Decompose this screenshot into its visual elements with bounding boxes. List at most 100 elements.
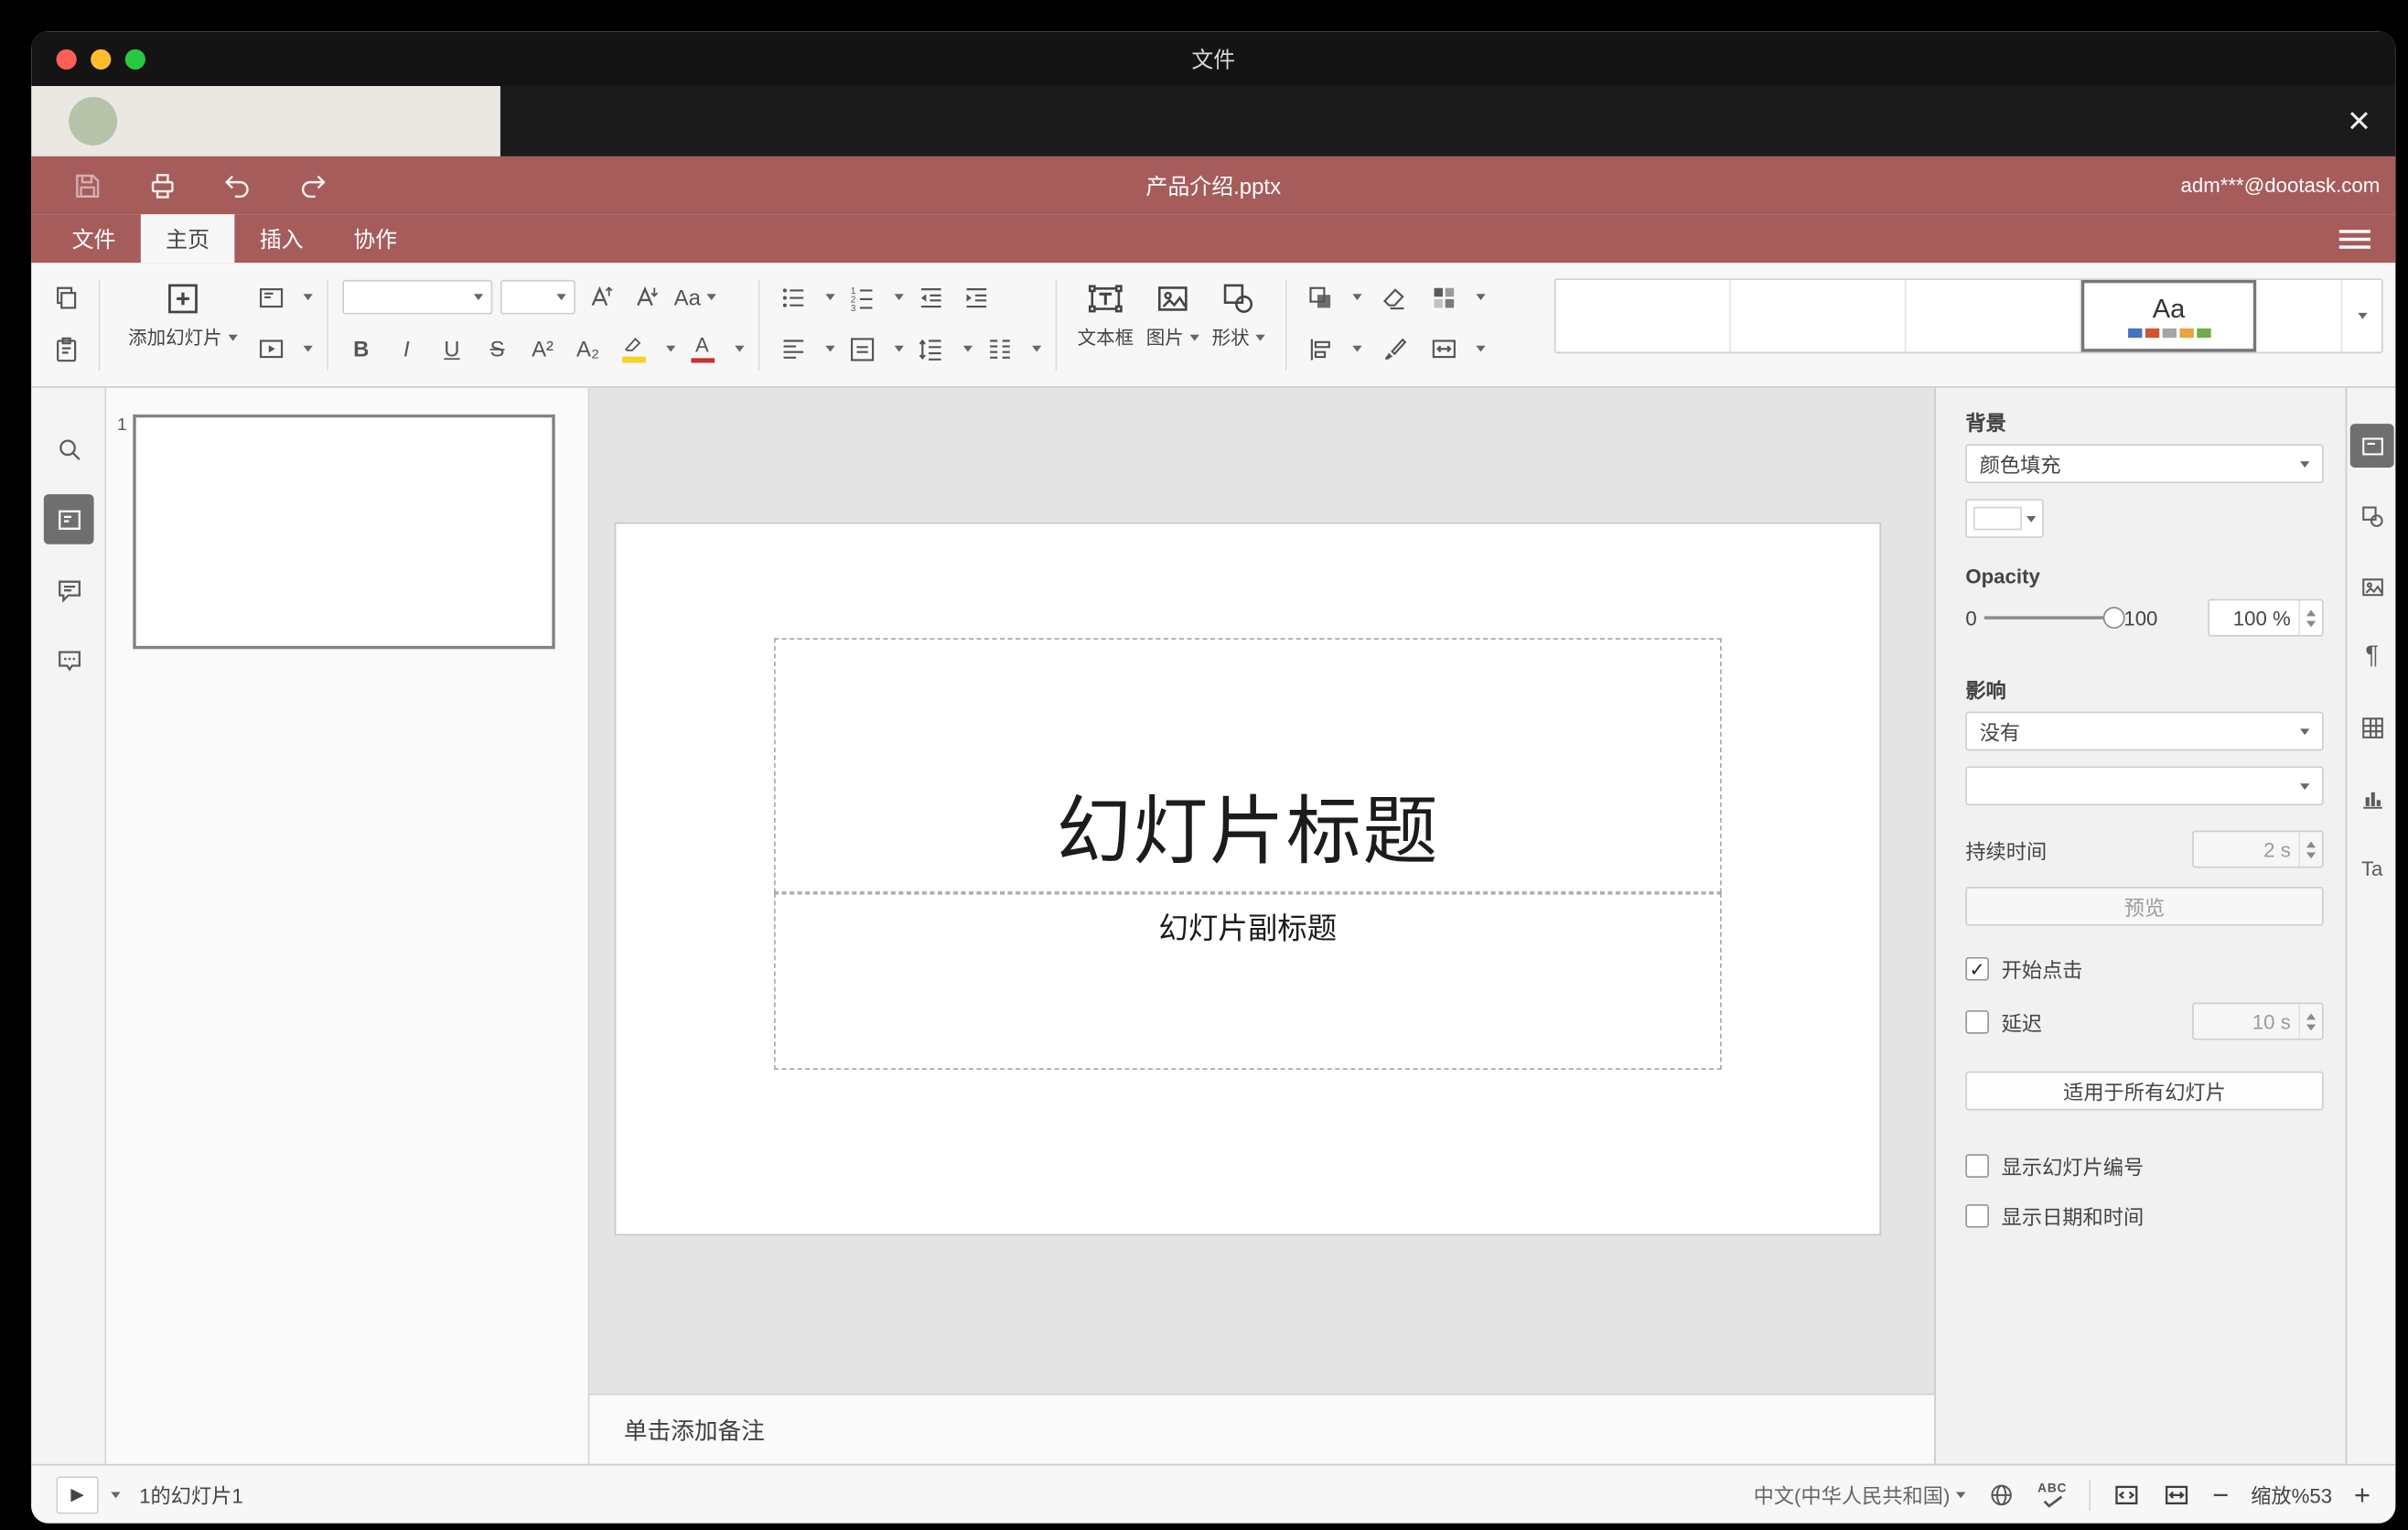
font-color-button[interactable]: A: [683, 330, 721, 368]
zoom-out-button[interactable]: −: [2212, 1481, 2229, 1509]
slide-thumbnail[interactable]: [133, 414, 555, 650]
change-case-button[interactable]: Aa: [674, 278, 716, 316]
textart-settings-button[interactable]: Ta: [2350, 846, 2394, 890]
delay-checkbox[interactable]: [1965, 1009, 1989, 1033]
copy-style-button[interactable]: [1374, 330, 1412, 368]
fit-slide-button[interactable]: [2112, 1481, 2141, 1509]
zoom-in-button[interactable]: +: [2354, 1481, 2370, 1509]
theme-tile-1[interactable]: [1555, 279, 1731, 352]
align-shape-button[interactable]: [1301, 330, 1338, 368]
theme-tile-selected[interactable]: Aa: [2080, 279, 2257, 352]
horizontal-align-button[interactable]: [774, 330, 812, 368]
decrease-indent-button[interactable]: [911, 278, 949, 316]
superscript-button[interactable]: A²: [524, 330, 562, 368]
comments-button[interactable]: [44, 565, 94, 615]
delay-row[interactable]: 延迟 10 s: [1965, 1002, 2324, 1040]
document-language-button[interactable]: 中文(中华人民共和国): [1754, 1480, 1966, 1509]
columns-button[interactable]: [981, 330, 1018, 368]
bold-button[interactable]: B: [342, 330, 380, 368]
tab-insert[interactable]: 插入: [234, 214, 328, 263]
set-language-button[interactable]: [1987, 1481, 2016, 1509]
show-slide-number-row[interactable]: 显示幻灯片编号: [1965, 1151, 2323, 1180]
apply-to-all-slides-button[interactable]: 适用于所有幻灯片: [1965, 1071, 2324, 1111]
spell-check-button[interactable]: ABC: [2037, 1482, 2067, 1508]
tab-home[interactable]: 主页: [140, 214, 235, 264]
hamburger-menu-icon[interactable]: [2338, 225, 2370, 253]
increase-font-button[interactable]: [583, 278, 620, 316]
bullets-button[interactable]: [774, 278, 812, 316]
fit-width-button[interactable]: [2163, 1481, 2191, 1509]
start-slideshow-status-button[interactable]: ▶: [56, 1475, 99, 1514]
theme-tile-2[interactable]: [1730, 279, 1907, 352]
show-slide-number-checkbox[interactable]: [1965, 1154, 1989, 1178]
tab-file[interactable]: 文件: [47, 214, 141, 263]
shape-button[interactable]: 形状: [1206, 275, 1272, 372]
effect-select[interactable]: 没有: [1965, 711, 2324, 751]
start-on-click-checkbox[interactable]: ✓: [1965, 956, 1989, 981]
delay-spinner[interactable]: 10 s: [2192, 1002, 2324, 1040]
opacity-spinner[interactable]: 100 %: [2208, 598, 2324, 637]
close-dialog-button[interactable]: ×: [2348, 101, 2370, 141]
numbering-button[interactable]: 123: [843, 278, 880, 316]
tab-collaboration[interactable]: 协作: [328, 214, 423, 263]
background-color-picker[interactable]: [1965, 499, 2044, 538]
theme-gallery-expand-button[interactable]: [2340, 279, 2381, 352]
highlight-color-button[interactable]: [615, 330, 652, 368]
show-date-time-row[interactable]: 显示日期和时间: [1965, 1201, 2323, 1231]
image-button[interactable]: 图片: [1140, 275, 1206, 372]
copy-button[interactable]: [47, 278, 84, 316]
save-button[interactable]: [72, 169, 103, 200]
effect-type-select[interactable]: [1965, 766, 2324, 806]
add-slide-button[interactable]: 添加幻灯片: [114, 275, 252, 372]
undo-button[interactable]: [222, 169, 253, 200]
start-slideshow-button[interactable]: [252, 330, 289, 368]
slide-layout-button[interactable]: [252, 278, 289, 316]
font-size-select[interactable]: [500, 279, 575, 315]
underline-button[interactable]: U: [433, 330, 470, 368]
slide-size-button[interactable]: [1424, 330, 1462, 368]
start-on-click-row[interactable]: ✓ 开始点击: [1965, 954, 2323, 984]
preview-button[interactable]: 预览: [1965, 887, 2324, 926]
vertical-align-button[interactable]: [843, 330, 880, 368]
opacity-slider-knob[interactable]: [2103, 607, 2126, 630]
subscript-button[interactable]: A₂: [569, 330, 607, 368]
search-button[interactable]: [44, 424, 94, 474]
italic-button[interactable]: I: [388, 330, 425, 368]
duration-spinner[interactable]: 2 s: [2192, 830, 2324, 868]
minimize-window-button[interactable]: [91, 48, 112, 70]
shape-settings-button[interactable]: [2350, 494, 2394, 538]
paste-button[interactable]: [47, 330, 84, 368]
arrange-shape-button[interactable]: [1301, 278, 1338, 316]
table-settings-button[interactable]: [2350, 706, 2394, 749]
notes-area[interactable]: 单击添加备注: [589, 1393, 1935, 1464]
increase-indent-button[interactable]: [957, 278, 994, 316]
maximize-window-button[interactable]: [124, 48, 145, 70]
close-window-button[interactable]: [56, 48, 77, 70]
slide-canvas[interactable]: 幻灯片标题 幻灯片副标题: [589, 388, 1934, 1394]
color-scheme-button[interactable]: [1424, 278, 1462, 316]
chat-button[interactable]: [44, 635, 94, 685]
show-date-time-checkbox[interactable]: [1965, 1203, 1989, 1228]
opacity-slider[interactable]: [1984, 607, 2126, 630]
textbox-button[interactable]: 文本框: [1071, 275, 1140, 372]
subtitle-placeholder[interactable]: 幻灯片副标题: [773, 892, 1722, 1071]
clear-style-button[interactable]: [1374, 278, 1412, 316]
theme-tile-3[interactable]: [1906, 279, 2081, 352]
slideshow-options-caret[interactable]: [111, 1491, 121, 1498]
chart-settings-button[interactable]: [2350, 776, 2394, 820]
slide-settings-button[interactable]: [2349, 424, 2394, 469]
redo-button[interactable]: [297, 169, 328, 200]
show-slide-number-label: 显示幻灯片编号: [2001, 1156, 2145, 1180]
print-button[interactable]: [147, 169, 178, 200]
decrease-font-icon: [637, 286, 659, 307]
title-placeholder[interactable]: 幻灯片标题: [773, 638, 1722, 893]
paragraph-settings-button[interactable]: ¶: [2350, 635, 2394, 679]
background-fill-select[interactable]: 颜色填充: [1965, 444, 2324, 484]
image-settings-button[interactable]: [2350, 565, 2394, 609]
strikethrough-button[interactable]: S: [478, 330, 516, 368]
decrease-font-button[interactable]: [629, 278, 666, 316]
slide[interactable]: 幻灯片标题 幻灯片副标题: [616, 523, 1880, 1234]
slides-panel-button[interactable]: [43, 494, 94, 544]
font-name-select[interactable]: [342, 279, 493, 315]
line-spacing-button[interactable]: [911, 330, 949, 368]
